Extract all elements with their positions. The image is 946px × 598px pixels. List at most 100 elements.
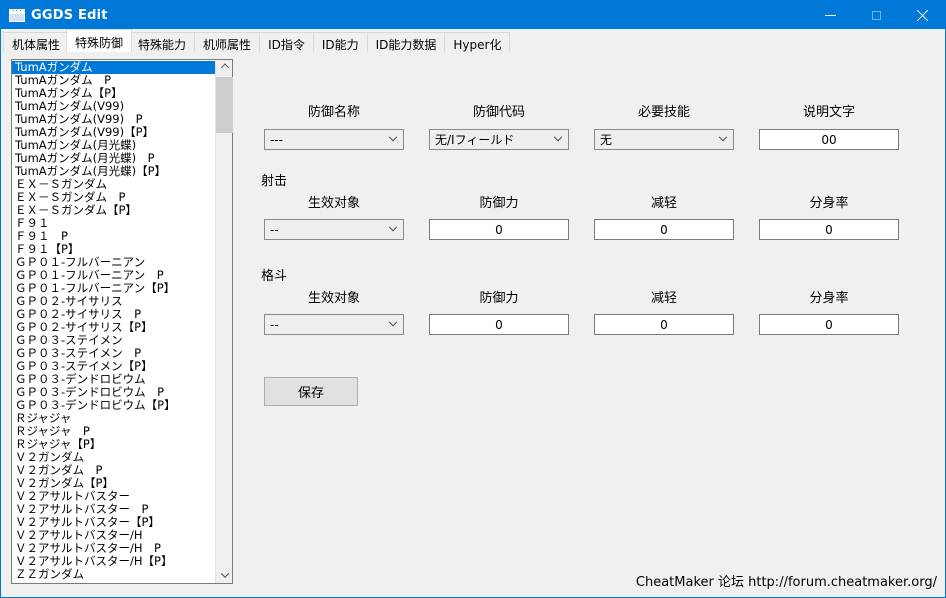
tab-ID指令[interactable]: ID指令 bbox=[259, 32, 314, 52]
defense-name-select[interactable]: --- bbox=[264, 129, 404, 150]
description-label: 说明文字 bbox=[759, 106, 899, 120]
defense-code-label: 防御代码 bbox=[429, 106, 569, 120]
melee-clone-rate-label: 分身率 bbox=[759, 292, 899, 306]
list-item[interactable]: ＧＰ０２-サイサリス bbox=[12, 295, 215, 308]
list-item[interactable]: TumAガンダム【P】 bbox=[12, 87, 215, 100]
shooting-reduction-input[interactable] bbox=[594, 219, 734, 240]
shooting-reduction-label: 减轻 bbox=[594, 197, 734, 211]
chevron-up-icon bbox=[220, 63, 228, 71]
shooting-section-label: 射击 bbox=[261, 175, 287, 189]
list-item[interactable]: Ｖ２アサルトバスター/H P bbox=[12, 542, 215, 555]
scrollbar-thumb[interactable] bbox=[216, 77, 233, 133]
tab-ID能力[interactable]: ID能力 bbox=[313, 32, 368, 52]
chevron-down-icon bbox=[554, 132, 562, 140]
list-item[interactable]: TumAガンダム(V99)【P】 bbox=[12, 126, 215, 139]
list-item[interactable]: Ｖ２アサルトバスター bbox=[12, 490, 215, 503]
list-item[interactable]: ＧＰ０１-フルバーニアン bbox=[12, 256, 215, 269]
melee-target-value: -- bbox=[270, 318, 279, 332]
list-item[interactable]: Ｆ９１ bbox=[12, 217, 215, 230]
defense-name-label: 防御名称 bbox=[264, 106, 404, 120]
description-input[interactable] bbox=[759, 129, 899, 150]
list-item[interactable]: Ｖ２アサルトバスター/H bbox=[12, 529, 215, 542]
scroll-up-button[interactable] bbox=[216, 60, 233, 77]
list-item[interactable]: ＧＰ０３-デンドロビウム【P】 bbox=[12, 399, 215, 412]
shooting-defense-label: 防御力 bbox=[429, 197, 569, 211]
list-item[interactable]: Ｖ２ガンダム【P】 bbox=[12, 477, 215, 490]
list-item[interactable]: TumAガンダム bbox=[12, 61, 215, 74]
melee-clone-rate-input[interactable] bbox=[759, 314, 899, 335]
melee-defense-input[interactable] bbox=[429, 314, 569, 335]
chevron-down-icon bbox=[389, 132, 397, 140]
list-item[interactable]: TumAガンダム(月光蝶) bbox=[12, 139, 215, 152]
list-item[interactable]: Ｒジャジャ bbox=[12, 412, 215, 425]
ggds-edit-window: { "window": { "title": "GGDS Edit", "cre… bbox=[0, 0, 946, 598]
list-item[interactable]: ＧＰ０３-ステイメン【P】 bbox=[12, 360, 215, 373]
list-item[interactable]: Ｖ２ガンダム bbox=[12, 451, 215, 464]
list-item[interactable]: TumAガンダム(月光蝶)【P】 bbox=[12, 165, 215, 178]
list-item[interactable]: Ｖ２アサルトバスター P bbox=[12, 503, 215, 516]
minimize-icon bbox=[825, 15, 836, 16]
list-item[interactable]: ＧＰ０３-デンドロビウム bbox=[12, 373, 215, 386]
list-item[interactable]: ＧＰ０３-ステイメン bbox=[12, 334, 215, 347]
tab-ID能力数据[interactable]: ID能力数据 bbox=[367, 32, 446, 52]
footer-credit: CheatMaker 论坛 http://forum.cheatmaker.or… bbox=[636, 571, 937, 590]
list-scrollbar[interactable] bbox=[215, 60, 232, 583]
required-skill-value: 无 bbox=[600, 131, 612, 148]
shooting-defense-input[interactable] bbox=[429, 219, 569, 240]
list-item[interactable]: ＧＰ０２-サイサリス【P】 bbox=[12, 321, 215, 334]
list-item[interactable]: TumAガンダム(V99) P bbox=[12, 113, 215, 126]
melee-defense-label: 防御力 bbox=[429, 292, 569, 306]
list-item[interactable]: ＥＸ－Ｓガンダム P bbox=[12, 191, 215, 204]
tab-机师属性[interactable]: 机师属性 bbox=[194, 32, 260, 52]
defense-code-value: 无/Iフィールド bbox=[435, 131, 514, 148]
list-item[interactable]: ＧＰ０２-サイサリス P bbox=[12, 308, 215, 321]
defense-code-select[interactable]: 无/Iフィールド bbox=[429, 129, 569, 150]
chevron-down-icon bbox=[719, 132, 727, 140]
tab-bar: 机体属性特殊防御特殊能力机师属性ID指令ID能力ID能力数据Hyper化 bbox=[3, 29, 945, 52]
tab-特殊能力[interactable]: 特殊能力 bbox=[129, 32, 195, 52]
scroll-down-button[interactable] bbox=[216, 566, 233, 583]
melee-target-label: 生效对象 bbox=[264, 292, 404, 306]
tab-Hyper化[interactable]: Hyper化 bbox=[444, 32, 510, 52]
chevron-down-icon bbox=[389, 222, 397, 230]
shooting-target-value: -- bbox=[270, 223, 279, 237]
list-item[interactable]: Ｖ２アサルトバスター【P】 bbox=[12, 516, 215, 529]
list-item[interactable]: Ｖ２アサルトバスター/H【P】 bbox=[12, 555, 215, 568]
list-item[interactable]: Ｆ９１ P bbox=[12, 230, 215, 243]
melee-section-label: 格斗 bbox=[261, 270, 287, 284]
list-item[interactable]: ＧＰ０１-フルバーニアン P bbox=[12, 269, 215, 282]
unit-listbox: TumAガンダムTumAガンダム PTumAガンダム【P】TumAガンダム(V9… bbox=[11, 59, 233, 584]
minimize-button[interactable] bbox=[807, 1, 853, 29]
list-item[interactable]: ＧＰ０３-デンドロビウム P bbox=[12, 386, 215, 399]
chevron-down-icon bbox=[389, 317, 397, 325]
list-item[interactable]: ＺＺガンダム bbox=[12, 568, 215, 581]
list-item[interactable]: ＧＰ０１-フルバーニアン【P】 bbox=[12, 282, 215, 295]
maximize-button[interactable] bbox=[853, 1, 899, 29]
list-item[interactable]: ＥＸ－Ｓガンダム【P】 bbox=[12, 204, 215, 217]
melee-reduction-label: 减轻 bbox=[594, 292, 734, 306]
list-item[interactable]: ＧＰ０３-ステイメン P bbox=[12, 347, 215, 360]
close-button[interactable] bbox=[899, 1, 945, 29]
melee-reduction-input[interactable] bbox=[594, 314, 734, 335]
list-item[interactable]: Ｒジャジャ【P】 bbox=[12, 438, 215, 451]
shooting-target-label: 生效对象 bbox=[264, 197, 404, 211]
maximize-icon bbox=[872, 11, 881, 20]
list-item[interactable]: Ｖ２ガンダム P bbox=[12, 464, 215, 477]
defense-name-value: --- bbox=[270, 133, 283, 147]
tab-机体属性[interactable]: 机体属性 bbox=[3, 32, 69, 52]
list-item[interactable]: Ｆ９１【P】 bbox=[12, 243, 215, 256]
required-skill-select[interactable]: 无 bbox=[594, 129, 734, 150]
list-item[interactable]: TumAガンダム(月光蝶) P bbox=[12, 152, 215, 165]
save-button[interactable]: 保存 bbox=[264, 377, 358, 406]
shooting-clone-rate-label: 分身率 bbox=[759, 197, 899, 211]
shooting-target-select[interactable]: -- bbox=[264, 219, 404, 240]
list-item[interactable]: TumAガンダム(V99) bbox=[12, 100, 215, 113]
tab-特殊防御[interactable]: 特殊防御 bbox=[66, 29, 132, 52]
shooting-clone-rate-input[interactable] bbox=[759, 219, 899, 240]
list-item[interactable]: ＥＸ－Ｓガンダム bbox=[12, 178, 215, 191]
list-item[interactable]: TumAガンダム P bbox=[12, 74, 215, 87]
unit-list: TumAガンダムTumAガンダム PTumAガンダム【P】TumAガンダム(V9… bbox=[12, 60, 215, 583]
melee-target-select[interactable]: -- bbox=[264, 314, 404, 335]
list-item[interactable]: Ｒジャジャ P bbox=[12, 425, 215, 438]
title-bar: GGDS Edit bbox=[1, 1, 945, 29]
